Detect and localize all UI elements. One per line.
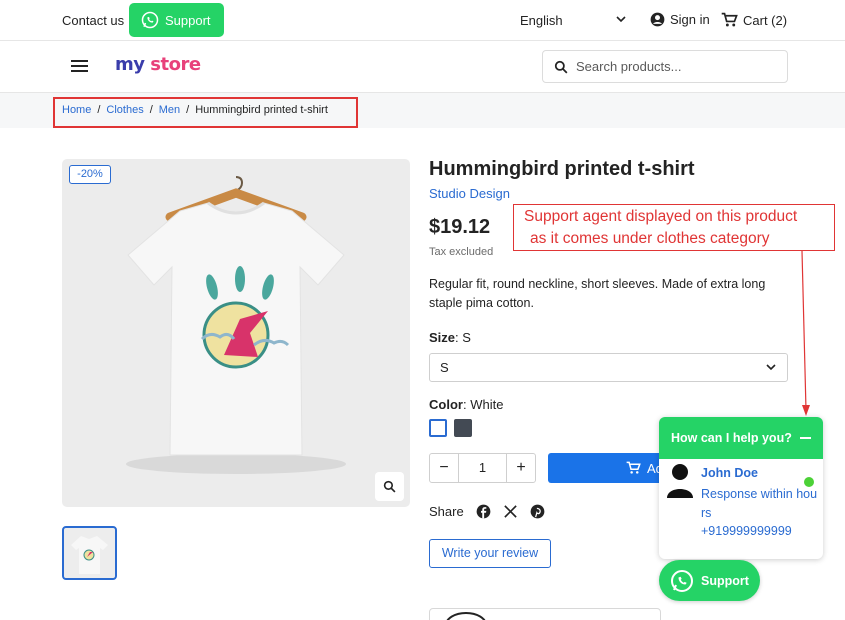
support-floating-button[interactable]: Support (659, 560, 760, 601)
tax-note: Tax excluded (429, 246, 494, 258)
color-swatch-white[interactable] (429, 419, 447, 437)
widget-title: How can I help you? (671, 431, 792, 445)
cart-icon (626, 461, 641, 474)
facebook-icon[interactable] (476, 504, 491, 519)
widget-header: How can I help you? (659, 417, 823, 459)
minimize-icon[interactable] (800, 437, 811, 439)
quantity-input[interactable]: 1 (458, 454, 507, 482)
share-label: Share (429, 504, 464, 519)
logo-part-my: my (115, 54, 145, 75)
product-image[interactable] (62, 159, 410, 507)
sign-in-label: Sign in (670, 12, 710, 27)
breadcrumb-home[interactable]: Home (62, 104, 91, 116)
pinterest-icon[interactable] (530, 504, 545, 519)
discount-badge: -20% (69, 165, 111, 184)
review-card (429, 608, 661, 620)
support-top-label: Support (165, 12, 211, 28)
annotation-arrow (801, 250, 810, 416)
search-placeholder: Search products... (576, 59, 682, 74)
store-logo[interactable]: my store (115, 54, 201, 75)
cart-icon (721, 12, 738, 27)
breadcrumb-current: Hummingbird printed t-shirt (195, 104, 328, 116)
size-label-value: S (462, 330, 471, 345)
product-brand-link[interactable]: Studio Design (429, 186, 510, 201)
cart-label: Cart (2) (743, 12, 788, 28)
breadcrumb-men[interactable]: Men (159, 104, 180, 116)
breadcrumb-clothes[interactable]: Clothes (106, 104, 143, 116)
zoom-icon[interactable] (375, 472, 404, 501)
agent-avatar-icon (667, 464, 693, 498)
language-selector[interactable]: English (520, 13, 563, 28)
top-bar (0, 0, 845, 41)
chevron-down-icon[interactable] (615, 14, 627, 24)
breadcrumb: Home / Clothes / Men / Hummingbird print… (62, 104, 328, 116)
x-twitter-icon[interactable] (503, 504, 518, 519)
share-row: Share (429, 504, 545, 519)
size-select[interactable]: S (429, 353, 788, 382)
agent-response-time: Response within hours (701, 487, 818, 520)
write-review-button[interactable]: Write your review (429, 539, 551, 568)
size-label: Size: S (429, 330, 471, 345)
logo-part-store: store (150, 54, 201, 75)
annotation-line-1: Support agent displayed on this product (524, 208, 798, 225)
color-label: Color: White (429, 397, 504, 412)
agent-name[interactable]: John Doe (701, 466, 758, 480)
support-floating-label: Support (701, 573, 749, 588)
product-title: Hummingbird printed t-shirt (429, 158, 695, 180)
color-swatch-dark[interactable] (454, 419, 472, 437)
whatsapp-icon (141, 11, 159, 29)
search-icon (554, 60, 568, 73)
support-top-button[interactable]: Support (129, 3, 224, 37)
product-description: Regular fit, round neckline, short sleev… (429, 277, 766, 310)
decrement-button[interactable]: − (430, 459, 458, 477)
color-label-value: White (470, 397, 504, 412)
menu-icon[interactable] (71, 60, 88, 75)
agent-phone[interactable]: +919999999999 (701, 524, 792, 538)
sign-in-link[interactable]: Sign in (650, 12, 710, 27)
contact-us-link[interactable]: Contact us (62, 13, 124, 28)
increment-button[interactable]: + (507, 459, 535, 477)
annotation-note: Support agent displayed on this product … (513, 204, 835, 251)
quantity-stepper: − 1 + (429, 453, 536, 483)
user-icon (650, 12, 665, 27)
search-input[interactable]: Search products... (542, 50, 788, 83)
size-label-key: Size (429, 330, 456, 345)
chevron-down-icon (766, 364, 776, 371)
cart-link[interactable]: Cart (2) (721, 12, 787, 28)
annotation-line-2: as it comes under clothes category (530, 230, 770, 247)
product-thumbnail[interactable] (62, 526, 117, 580)
whatsapp-icon (671, 569, 693, 592)
color-label-key: Color (429, 397, 463, 412)
product-price: $19.12 (429, 216, 491, 238)
